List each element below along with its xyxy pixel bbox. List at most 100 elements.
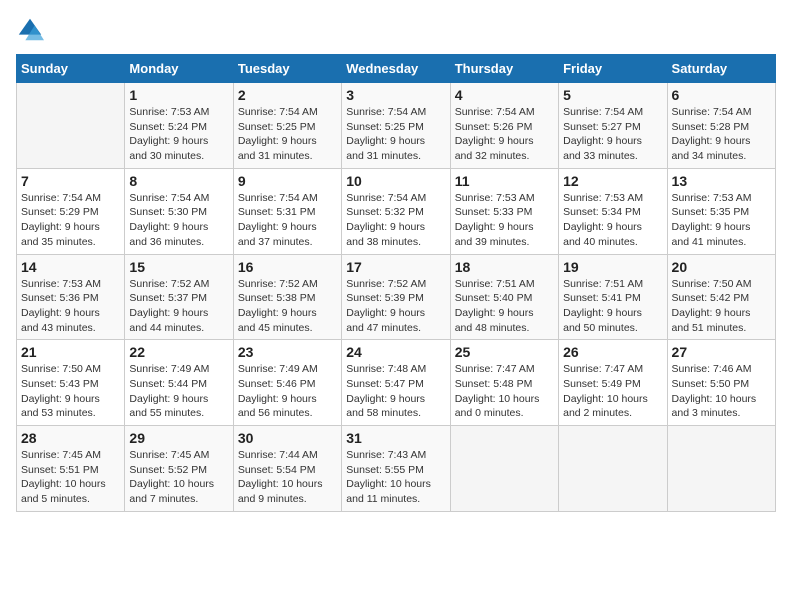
calendar-cell: 4Sunrise: 7:54 AM Sunset: 5:26 PM Daylig… [450,83,558,169]
calendar-cell: 19Sunrise: 7:51 AM Sunset: 5:41 PM Dayli… [559,254,667,340]
day-info: Sunrise: 7:49 AM Sunset: 5:44 PM Dayligh… [129,362,228,421]
day-number: 18 [455,259,554,275]
day-info: Sunrise: 7:47 AM Sunset: 5:48 PM Dayligh… [455,362,554,421]
day-info: Sunrise: 7:54 AM Sunset: 5:25 PM Dayligh… [238,105,337,164]
calendar-cell: 6 Sunrise: 7:54 AM Sunset: 5:28 PM Daylig… [667,83,775,169]
calendar-cell: 9 Sunrise: 7:54 AM Sunset: 5:31 PM Daylig… [233,168,341,254]
calendar-week-row: 7 Sunrise: 7:54 AM Sunset: 5:29 PM Daylig… [17,168,776,254]
day-info: Sunrise: 7:54 AM Sunset: 5:25 PM Dayligh… [346,105,445,164]
day-info: Sunrise: 7:53 AM Sunset: 5:24 PM Dayligh… [129,105,228,164]
weekday-header: Wednesday [342,55,450,83]
weekday-header: Tuesday [233,55,341,83]
calendar-cell: 5Sunrise: 7:54 AM Sunset: 5:27 PM Daylig… [559,83,667,169]
day-number: 3 [346,87,445,103]
day-number: 29 [129,430,228,446]
day-number: 12 [563,173,662,189]
day-info: Sunrise: 7:54 AM Sunset: 5:29 PM Dayligh… [21,191,120,250]
day-number: 22 [129,344,228,360]
weekday-header: Sunday [17,55,125,83]
day-info: Sunrise: 7:50 AM Sunset: 5:42 PM Dayligh… [672,277,771,336]
day-info: Sunrise: 7:47 AM Sunset: 5:49 PM Dayligh… [563,362,662,421]
day-info: Sunrise: 7:53 AM Sunset: 5:34 PM Dayligh… [563,191,662,250]
day-info: Sunrise: 7:53 AM Sunset: 5:36 PM Dayligh… [21,277,120,336]
calendar-cell [17,83,125,169]
day-info: Sunrise: 7:49 AM Sunset: 5:46 PM Dayligh… [238,362,337,421]
logo-icon [16,16,44,44]
day-number: 8 [129,173,228,189]
day-info: Sunrise: 7:53 AM Sunset: 5:33 PM Dayligh… [455,191,554,250]
day-info: Sunrise: 7:52 AM Sunset: 5:37 PM Dayligh… [129,277,228,336]
day-info: Sunrise: 7:43 AM Sunset: 5:55 PM Dayligh… [346,448,445,507]
day-number: 7 [21,173,120,189]
calendar-cell [667,426,775,512]
calendar-body: 1 Sunrise: 7:53 AM Sunset: 5:24 PM Daylig… [17,83,776,512]
day-number: 25 [455,344,554,360]
calendar-table: SundayMondayTuesdayWednesdayThursdayFrid… [16,54,776,512]
day-info: Sunrise: 7:44 AM Sunset: 5:54 PM Dayligh… [238,448,337,507]
day-number: 11 [455,173,554,189]
calendar-cell: 26 Sunrise: 7:47 AM Sunset: 5:49 PM Dayli… [559,340,667,426]
day-number: 24 [346,344,445,360]
day-info: Sunrise: 7:53 AM Sunset: 5:35 PM Dayligh… [672,191,771,250]
calendar-cell: 13 Sunrise: 7:53 AM Sunset: 5:35 PM Dayli… [667,168,775,254]
calendar-cell: 1 Sunrise: 7:53 AM Sunset: 5:24 PM Daylig… [125,83,233,169]
day-info: Sunrise: 7:54 AM Sunset: 5:30 PM Dayligh… [129,191,228,250]
day-number: 14 [21,259,120,275]
day-number: 2 [238,87,337,103]
day-info: Sunrise: 7:45 AM Sunset: 5:51 PM Dayligh… [21,448,120,507]
calendar-cell: 23 Sunrise: 7:49 AM Sunset: 5:46 PM Dayli… [233,340,341,426]
weekday-header: Thursday [450,55,558,83]
calendar-cell: 8 Sunrise: 7:54 AM Sunset: 5:30 PM Daylig… [125,168,233,254]
calendar-cell: 30 Sunrise: 7:44 AM Sunset: 5:54 PM Dayli… [233,426,341,512]
calendar-cell: 16Sunrise: 7:52 AM Sunset: 5:38 PM Dayli… [233,254,341,340]
calendar-header: SundayMondayTuesdayWednesdayThursdayFrid… [17,55,776,83]
calendar-cell: 28 Sunrise: 7:45 AM Sunset: 5:51 PM Dayli… [17,426,125,512]
day-number: 23 [238,344,337,360]
calendar-cell: 11 Sunrise: 7:53 AM Sunset: 5:33 PM Dayli… [450,168,558,254]
calendar-cell: 17 Sunrise: 7:52 AM Sunset: 5:39 PM Dayli… [342,254,450,340]
calendar-cell: 18 Sunrise: 7:51 AM Sunset: 5:40 PM Dayli… [450,254,558,340]
day-info: Sunrise: 7:54 AM Sunset: 5:26 PM Dayligh… [455,105,554,164]
calendar-cell: 24 Sunrise: 7:48 AM Sunset: 5:47 PM Dayli… [342,340,450,426]
calendar-week-row: 28 Sunrise: 7:45 AM Sunset: 5:51 PM Dayli… [17,426,776,512]
day-number: 15 [129,259,228,275]
day-info: Sunrise: 7:48 AM Sunset: 5:47 PM Dayligh… [346,362,445,421]
calendar-cell: 7 Sunrise: 7:54 AM Sunset: 5:29 PM Daylig… [17,168,125,254]
calendar-cell: 3 Sunrise: 7:54 AM Sunset: 5:25 PM Daylig… [342,83,450,169]
day-info: Sunrise: 7:51 AM Sunset: 5:41 PM Dayligh… [563,277,662,336]
logo [16,16,48,44]
day-number: 26 [563,344,662,360]
day-number: 9 [238,173,337,189]
day-info: Sunrise: 7:54 AM Sunset: 5:28 PM Dayligh… [672,105,771,164]
weekday-header: Saturday [667,55,775,83]
day-info: Sunrise: 7:54 AM Sunset: 5:32 PM Dayligh… [346,191,445,250]
day-info: Sunrise: 7:54 AM Sunset: 5:31 PM Dayligh… [238,191,337,250]
day-number: 1 [129,87,228,103]
calendar-cell: 21Sunrise: 7:50 AM Sunset: 5:43 PM Dayli… [17,340,125,426]
calendar-cell: 14 Sunrise: 7:53 AM Sunset: 5:36 PM Dayli… [17,254,125,340]
day-number: 28 [21,430,120,446]
calendar-cell: 10Sunrise: 7:54 AM Sunset: 5:32 PM Dayli… [342,168,450,254]
day-number: 6 [672,87,771,103]
day-info: Sunrise: 7:52 AM Sunset: 5:39 PM Dayligh… [346,277,445,336]
calendar-cell: 12 Sunrise: 7:53 AM Sunset: 5:34 PM Dayli… [559,168,667,254]
day-number: 21 [21,344,120,360]
calendar-cell: 2 Sunrise: 7:54 AM Sunset: 5:25 PM Daylig… [233,83,341,169]
day-info: Sunrise: 7:51 AM Sunset: 5:40 PM Dayligh… [455,277,554,336]
calendar-cell [450,426,558,512]
calendar-cell: 31Sunrise: 7:43 AM Sunset: 5:55 PM Dayli… [342,426,450,512]
calendar-cell [559,426,667,512]
calendar-week-row: 1 Sunrise: 7:53 AM Sunset: 5:24 PM Daylig… [17,83,776,169]
calendar-cell: 29Sunrise: 7:45 AM Sunset: 5:52 PM Dayli… [125,426,233,512]
calendar-cell: 22 Sunrise: 7:49 AM Sunset: 5:44 PM Dayli… [125,340,233,426]
weekday-header: Friday [559,55,667,83]
calendar-week-row: 14 Sunrise: 7:53 AM Sunset: 5:36 PM Dayli… [17,254,776,340]
day-info: Sunrise: 7:46 AM Sunset: 5:50 PM Dayligh… [672,362,771,421]
day-number: 17 [346,259,445,275]
day-number: 20 [672,259,771,275]
calendar-cell: 27Sunrise: 7:46 AM Sunset: 5:50 PM Dayli… [667,340,775,426]
day-number: 30 [238,430,337,446]
day-number: 5 [563,87,662,103]
day-number: 13 [672,173,771,189]
calendar-cell: 20 Sunrise: 7:50 AM Sunset: 5:42 PM Dayli… [667,254,775,340]
